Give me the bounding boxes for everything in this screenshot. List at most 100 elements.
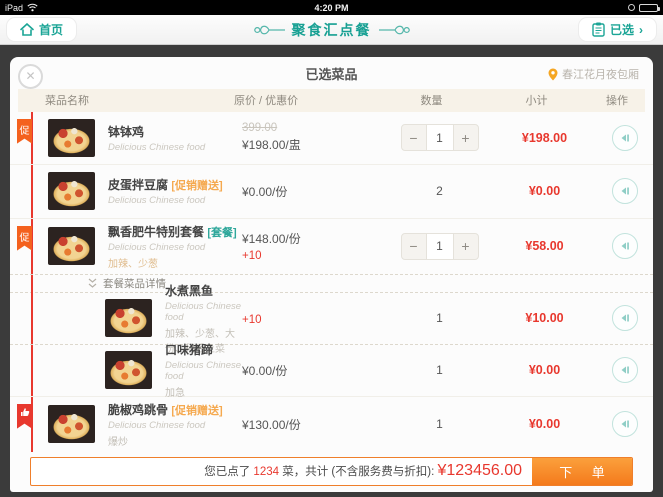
quantity-cell: − 1 + [387, 233, 492, 260]
subtotal-value: ¥58.00 [492, 239, 597, 253]
return-dish-icon [619, 132, 631, 144]
subtotal-value: ¥198.00 [492, 131, 597, 145]
room-indicator: 春江花月夜包厢 [548, 57, 639, 91]
column-header-operation: 操作 [589, 92, 645, 108]
dish-name: 口味猪蹄 [165, 343, 213, 357]
dish-name: 水煮黑鱼 [165, 284, 213, 298]
dish-row: 皮蛋拌豆腐 [促销赠送] Delicious Chinese food ¥0.0… [10, 165, 653, 219]
decrease-quantity-button[interactable]: − [402, 125, 426, 150]
dish-photo [105, 351, 152, 389]
return-dish-icon [619, 364, 631, 376]
return-dish-button[interactable] [612, 305, 638, 331]
selected-dishes-button[interactable]: 已选 › [578, 17, 657, 42]
dish-tag: [促销赠送] [171, 405, 222, 417]
dish-notes: 加辣、少葱 [108, 255, 242, 270]
selected-label: 已选 [610, 21, 634, 38]
price-cell: ¥0.00/份 [242, 183, 387, 200]
dish-info: 皮蛋拌豆腐 [促销赠送] Delicious Chinese food [95, 176, 242, 206]
dish-photo [48, 405, 95, 443]
dish-subtitle: Delicious Chinese food [108, 242, 242, 253]
current-price: ¥130.00/份 [242, 416, 387, 433]
order-summary-bar: 您已点了 1234 菜，共计 (不含服务费与折扣): ¥123456.00 下 … [30, 457, 633, 486]
nav-bar: 首页 聚食汇点餐 已选 › [0, 15, 663, 45]
table-header: 菜品名称 原价 / 优惠价 数量 小计 操作 [18, 89, 645, 112]
current-price: ¥198.00/盅 [242, 136, 387, 153]
dish-name: 钵钵鸡 [108, 125, 144, 139]
dish-info: 飘香肥牛特别套餐 [套餐] Delicious Chinese food 加辣、… [95, 223, 242, 270]
column-header-dish-name: 菜品名称 [18, 92, 234, 108]
return-dish-button[interactable] [612, 357, 638, 383]
flourish-left-icon [253, 23, 285, 37]
dish-subtitle: Delicious Chinese food [165, 360, 242, 382]
modal-header: ✕ 已选菜品 春江花月夜包厢 [10, 57, 653, 89]
dish-photo [48, 227, 95, 265]
column-header-quantity: 数量 [379, 92, 484, 108]
dish-name: 飘香肥牛特别套餐 [108, 225, 204, 239]
set-meal-details-header[interactable]: 套餐菜品详情 [10, 275, 653, 293]
return-dish-icon [619, 185, 631, 197]
summary-prefix: 您已点了 [204, 466, 253, 478]
return-dish-icon [619, 312, 631, 324]
quantity-text: 1 [436, 311, 443, 325]
dish-subtitle: Delicious Chinese food [108, 195, 242, 206]
original-price: 399.00 [242, 122, 387, 134]
column-header-subtotal: 小计 [484, 92, 589, 108]
clipboard-icon [592, 22, 605, 37]
return-dish-button[interactable] [612, 233, 638, 259]
home-label: 首页 [39, 21, 63, 38]
place-order-button[interactable]: 下 单 [532, 458, 632, 485]
status-time: 4:20 PM [115, 3, 548, 13]
dish-tag: [套餐] [207, 227, 236, 239]
current-price: ¥0.00/份 [242, 362, 387, 379]
home-button[interactable]: 首页 [6, 17, 77, 42]
quantity-text: 1 [436, 363, 443, 377]
close-icon[interactable]: ✕ [18, 64, 43, 89]
dish-row: 口味猪蹄 Delicious Chinese food 加急 ¥0.00/份 1… [10, 345, 653, 397]
dish-table-body: 促 钵钵鸡 Delicious Chinese food 399.00 ¥198… [10, 112, 653, 452]
return-dish-button[interactable] [612, 178, 638, 204]
dish-name: 脆椒鸡跳骨 [108, 403, 168, 417]
increase-quantity-button[interactable]: + [454, 234, 478, 259]
dish-subtitle: Delicious Chinese food [108, 142, 242, 153]
dish-notes: 爆炒 [108, 433, 242, 448]
increase-quantity-button[interactable]: + [454, 125, 478, 150]
total-amount: ¥123456.00 [437, 462, 522, 479]
dish-count: 1234 [253, 466, 279, 478]
current-price: ¥148.00/份 [242, 230, 387, 247]
return-dish-button[interactable] [612, 411, 638, 437]
quantity-stepper: − 1 + [401, 233, 479, 260]
dish-row: 脆椒鸡跳骨 [促销赠送] Delicious Chinese food 爆炒 ¥… [10, 397, 653, 452]
dish-info: 口味猪蹄 Delicious Chinese food 加急 [152, 341, 242, 399]
quantity-cell: 2 [387, 184, 492, 198]
column-header-price: 原价 / 优惠价 [234, 92, 379, 108]
selected-dishes-modal: ✕ 已选菜品 春江花月夜包厢 菜品名称 原价 / 优惠价 数量 小计 操作 促 [10, 57, 653, 492]
dish-subtitle: Delicious Chinese food [108, 420, 242, 431]
battery-icon [639, 4, 658, 12]
current-price: ¥0.00/份 [242, 183, 387, 200]
decrease-quantity-button[interactable]: − [402, 234, 426, 259]
dish-info: 脆椒鸡跳骨 [促销赠送] Delicious Chinese food 爆炒 [95, 401, 242, 448]
app-title: 聚食汇点餐 [253, 20, 411, 40]
quantity-cell: − 1 + [387, 124, 492, 151]
return-dish-icon [619, 240, 631, 252]
ribbon-text: 促 [20, 126, 30, 137]
return-dish-button[interactable] [612, 125, 638, 151]
thumbs-up-icon [20, 407, 30, 417]
dish-row: 水煮黑鱼 Delicious Chinese food 加辣、少葱、大份、稍后上… [10, 293, 653, 345]
device-label: iPad [5, 3, 23, 13]
location-pin-icon [548, 68, 558, 81]
double-chevron-down-icon [88, 278, 97, 289]
screen: iPad 4:20 PM 首页 聚食汇点餐 已选 › [0, 0, 663, 497]
subtotal-value: ¥0.00 [492, 417, 597, 431]
dish-photo [48, 172, 95, 210]
price-cell: ¥148.00/份 +10 [242, 230, 387, 262]
price-extra: +10 [242, 250, 387, 262]
subtotal-value: ¥10.00 [492, 311, 597, 325]
chevron-right-icon: › [639, 23, 643, 37]
room-name: 春江花月夜包厢 [562, 66, 639, 82]
subtotal-value: ¥0.00 [492, 363, 597, 377]
price-cell: ¥0.00/份 [242, 362, 387, 379]
ribbon-badge: 促 [17, 119, 32, 144]
quantity-cell: 1 [387, 417, 492, 431]
home-icon [20, 23, 34, 36]
